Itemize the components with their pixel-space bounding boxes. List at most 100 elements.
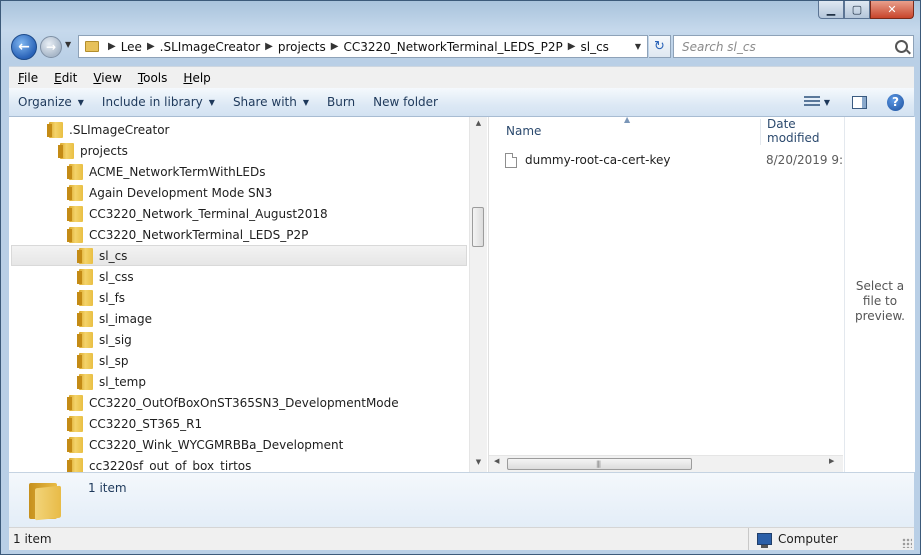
scrollbar-thumb[interactable]: |||: [507, 458, 692, 470]
tree-item[interactable]: sl_fs: [77, 287, 125, 308]
tree-item-label: CC3220_Wink_WYCGMRBBa_Development: [89, 437, 344, 452]
folder-icon: [67, 163, 83, 180]
menu-label: ile: [24, 71, 39, 85]
tree-item-label: sl_sp: [99, 353, 129, 368]
close-button[interactable]: ✕: [870, 1, 914, 19]
folder-icon: [85, 41, 99, 52]
address-bar[interactable]: ▶ Lee ▶ .SLImageCreator ▶ projects ▶ CC3220_…: [78, 35, 648, 58]
breadcrumb-label: sl_cs: [580, 39, 609, 54]
share-with-button[interactable]: Share with ▼: [224, 95, 318, 109]
forward-button[interactable]: →: [40, 36, 62, 58]
new-folder-button[interactable]: New folder: [364, 95, 447, 109]
scroll-up-icon[interactable]: ▲: [470, 119, 487, 127]
resize-grip-icon[interactable]: [902, 538, 912, 548]
refresh-button[interactable]: ↻: [649, 35, 671, 58]
explorer-window: ▁ ▢ ✕ ← → ▼ ▶ Lee ▶ .SLImageCreator ▶ proje…: [0, 0, 921, 555]
chevron-right-icon: ▶: [146, 41, 155, 52]
folder-icon: [77, 352, 93, 369]
tree-item[interactable]: ACME_NetworkTermWithLEDs: [67, 161, 266, 182]
menu-edit[interactable]: Edit: [45, 71, 84, 85]
search-input[interactable]: [680, 38, 884, 55]
tree-item[interactable]: sl_cs: [11, 245, 467, 266]
folder-icon: [77, 247, 93, 264]
details-pane: 1 item: [9, 472, 914, 528]
scroll-right-icon[interactable]: ▶: [829, 457, 834, 465]
menu-bar: File Edit View Tools Help: [9, 66, 914, 89]
scrollbar-thumb[interactable]: [472, 207, 484, 247]
horizontal-scrollbar[interactable]: ◀ ||| ▶: [489, 455, 843, 472]
tree-item[interactable]: projects: [58, 140, 128, 161]
tree-item-label: sl_cs: [99, 248, 128, 263]
breadcrumb-item[interactable]: ▶ sl_cs: [563, 40, 609, 54]
preview-message: Select a file to preview.: [854, 279, 905, 323]
folder-icon: [67, 394, 83, 411]
folder-icon: [67, 436, 83, 453]
tree-item-label: projects: [80, 143, 128, 158]
tree-item-label: sl_css: [99, 269, 134, 284]
maximize-button[interactable]: ▢: [844, 1, 870, 19]
file-date-modified: 8/20/2019 9:49: [766, 153, 843, 167]
tree-scrollbar[interactable]: ▲ ▼: [469, 117, 487, 472]
burn-button[interactable]: Burn: [318, 95, 364, 109]
file-row[interactable]: dummy-root-ca-cert-key: [505, 150, 670, 170]
tree-item[interactable]: sl_css: [77, 266, 134, 287]
breadcrumb-item[interactable]: ▶ .SLImageCreator: [142, 40, 260, 54]
chevron-down-icon: ▼: [77, 97, 84, 107]
tree-item[interactable]: CC3220_OutOfBoxOnST365SN3_DevelopmentMod…: [67, 392, 399, 413]
search-box[interactable]: [673, 35, 914, 58]
tree-item-label: CC3220_OutOfBoxOnST365SN3_DevelopmentMod…: [89, 395, 399, 410]
back-button[interactable]: ←: [11, 34, 37, 60]
breadcrumb-item[interactable]: ▶ Lee: [103, 40, 142, 54]
scroll-left-icon[interactable]: ◀: [494, 457, 499, 465]
tree-item[interactable]: sl_image: [77, 308, 152, 329]
tree-item[interactable]: cc3220sf_out_of_box_tirtos: [67, 455, 251, 472]
chevron-down-icon[interactable]: ▼: [635, 42, 641, 51]
search-icon[interactable]: [895, 40, 908, 53]
tree-item[interactable]: .SLImageCreator: [47, 119, 169, 140]
help-icon[interactable]: ?: [887, 93, 904, 111]
document-icon: [505, 152, 517, 168]
folder-icon: [77, 289, 93, 306]
tree-item-label: sl_sig: [99, 332, 132, 347]
views-icon[interactable]: [803, 96, 820, 108]
tree-item-label: CC3220_ST365_R1: [89, 416, 203, 431]
tree-item-label: Again Development Mode SN3: [89, 185, 273, 200]
tree-item[interactable]: sl_sig: [77, 329, 132, 350]
breadcrumb-label: Lee: [120, 39, 142, 54]
folder-icon: [47, 121, 63, 138]
tree-item[interactable]: Again Development Mode SN3: [67, 182, 273, 203]
column-header-name[interactable]: Name: [506, 117, 541, 144]
tree-item[interactable]: CC3220_Wink_WYCGMRBBa_Development: [67, 434, 344, 455]
minimize-button[interactable]: ▁: [818, 1, 844, 19]
command-bar: Organize ▼ Include in library ▼ Share with…: [9, 88, 914, 117]
navigation-pane: .SLImageCreator projects ACME_NetworkTermW…: [9, 117, 489, 472]
menu-file[interactable]: File: [9, 71, 45, 85]
breadcrumb-item[interactable]: ▶ projects: [260, 40, 326, 54]
breadcrumb-item[interactable]: ▶ CC3220_NetworkTerminal_LEDS_P2P: [326, 40, 563, 54]
column-divider[interactable]: [760, 119, 761, 145]
recent-pages-dropdown-icon[interactable]: ▼: [65, 40, 71, 49]
tree-item[interactable]: CC3220_NetworkTerminal_LEDS_P2P: [67, 224, 308, 245]
tree-item[interactable]: CC3220_Network_Terminal_August2018: [67, 203, 328, 224]
chevron-right-icon: ▶: [330, 41, 339, 52]
status-item-count: 1 item: [13, 532, 52, 546]
menu-view[interactable]: View: [84, 71, 128, 85]
file-list-pane: Name ▲ Date modified dummy-root-ca-cert-…: [489, 117, 843, 472]
preview-pane: Select a file to preview.: [844, 117, 915, 472]
tree-item[interactable]: sl_temp: [77, 371, 146, 392]
menu-help[interactable]: Help: [174, 71, 217, 85]
tree-item[interactable]: sl_sp: [77, 350, 129, 371]
chevron-down-icon: ▼: [302, 97, 309, 107]
folder-icon: [77, 331, 93, 348]
menu-tools[interactable]: Tools: [129, 71, 175, 85]
content-area: .SLImageCreator projects ACME_NetworkTermW…: [9, 117, 915, 472]
column-header-date-modified[interactable]: Date modified: [767, 117, 843, 145]
include-in-library-button[interactable]: Include in library ▼: [93, 95, 224, 109]
organize-button[interactable]: Organize ▼: [9, 95, 93, 109]
scroll-down-icon[interactable]: ▼: [470, 458, 487, 466]
menu-label: ools: [143, 71, 168, 85]
tree-item[interactable]: CC3220_ST365_R1: [67, 413, 203, 434]
chevron-down-icon: ▼: [208, 97, 215, 107]
chevron-down-icon[interactable]: ▼: [824, 98, 830, 107]
preview-pane-icon[interactable]: [852, 95, 867, 109]
